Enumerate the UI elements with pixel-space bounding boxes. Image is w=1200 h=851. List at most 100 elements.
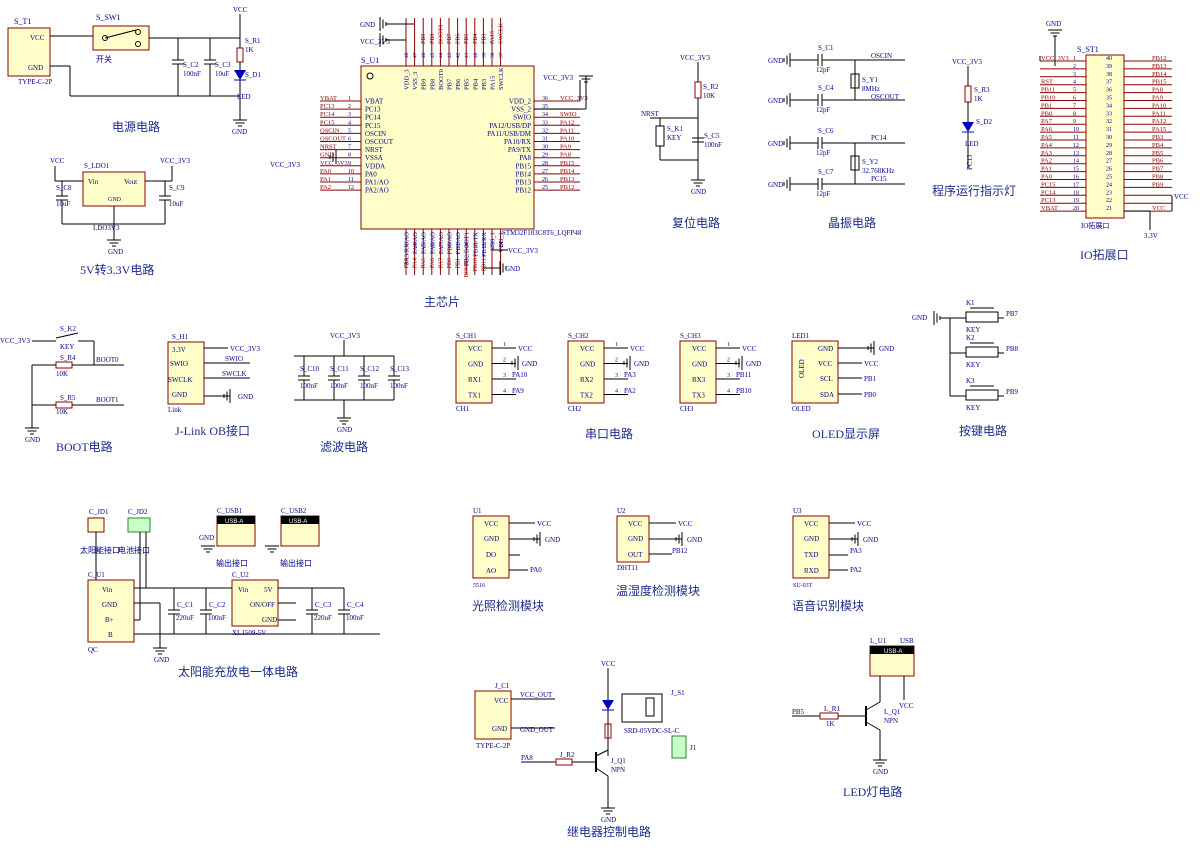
ch2-pin-num-3: 3 bbox=[615, 373, 618, 379]
mcu-net-30: PA9 bbox=[560, 144, 571, 151]
cusb2-ref: C_USB2 bbox=[281, 507, 307, 515]
k1-reset-button[interactable] bbox=[655, 125, 665, 147]
io-pin-num-36: 36 bbox=[1106, 88, 1112, 94]
d2-led[interactable] bbox=[962, 122, 974, 132]
ldo-circuit: VCC S_LDO1 Vin Vout GND VCC_3V3 S_C8 10u… bbox=[50, 157, 190, 277]
key-k1b[interactable] bbox=[965, 311, 999, 323]
mcu-pin-num-17: 17 bbox=[438, 242, 444, 248]
c5-ref: S_C5 bbox=[704, 132, 720, 140]
indicator-circuit: VCC_3V3 S_R3 1K S_D2 LED PC13 程序运行指示灯 bbox=[932, 58, 1016, 198]
switch-sw1[interactable] bbox=[92, 25, 150, 51]
lr1-resistor[interactable] bbox=[819, 712, 839, 720]
mcu-pin-num-37: 37 bbox=[499, 52, 505, 58]
r2-resistor[interactable] bbox=[694, 81, 702, 99]
mcu-right-vcc33: VCC_3V3 bbox=[543, 74, 573, 82]
key-k3b[interactable] bbox=[965, 389, 999, 401]
battery-connector[interactable] bbox=[127, 517, 151, 533]
k1b-name: KEY bbox=[966, 326, 980, 334]
c9-value: 10uF bbox=[169, 200, 184, 208]
mcu-pin-num-11: 11 bbox=[348, 177, 354, 183]
io-left-net-11: PA5 bbox=[1041, 134, 1052, 141]
io-vcc-label: VCC bbox=[1174, 193, 1189, 201]
mcu-pin-num-31: 31 bbox=[542, 137, 548, 143]
dht-pb12: PB12 bbox=[672, 547, 688, 555]
h1-gnd: GND bbox=[238, 393, 253, 401]
t1-gnd-label: GND bbox=[28, 64, 43, 72]
io-pin-num-5: 5 bbox=[1073, 88, 1076, 94]
cu1-ref: C_U1 bbox=[88, 571, 105, 579]
mcu-pin-9: VDDA bbox=[365, 162, 385, 170]
jq1-ref: J_Q1 bbox=[611, 757, 626, 765]
mcu-pin-33: PA12/USB/DP bbox=[489, 122, 531, 130]
r1-resistor[interactable] bbox=[236, 47, 244, 63]
relay-coil[interactable] bbox=[621, 693, 663, 723]
battery-if-label: 电池接口 bbox=[118, 545, 150, 555]
t1-ref: S_T1 bbox=[14, 17, 31, 26]
jd1-led[interactable] bbox=[602, 700, 614, 710]
jr2-ref: J_R2 bbox=[560, 751, 575, 759]
uart-circuit: S_CH1 CH1 VCC 1 GND 2 RX1 3 TX1 4 VCC GND PA10 PA9 S_C… bbox=[455, 332, 761, 441]
solar-if-label: 太阳能接口 bbox=[80, 545, 120, 555]
section-reset: 复位电路 bbox=[672, 215, 720, 230]
io-pin-num-27: 27 bbox=[1106, 159, 1112, 165]
lu1-type: USB-A bbox=[884, 649, 902, 655]
relay-terminal-j1[interactable] bbox=[671, 735, 687, 759]
light-ref: U1 bbox=[473, 507, 482, 515]
j1-ref: J1 bbox=[690, 744, 697, 752]
led-pb5: PB5 bbox=[792, 708, 805, 716]
key-k2b[interactable] bbox=[965, 346, 999, 358]
voice-pin-gnd: GND bbox=[804, 535, 819, 543]
mcu-pin-num-44: 44 bbox=[438, 52, 444, 58]
c3-ref: S_C3 bbox=[215, 61, 231, 69]
c4-gnd: GND bbox=[768, 97, 783, 105]
io-pin-num-35: 35 bbox=[1106, 96, 1112, 102]
io-pin-num-10: 10 bbox=[1073, 127, 1079, 133]
section-power: 电源电路 bbox=[112, 119, 160, 134]
mcu-pin-num-34: 34 bbox=[542, 112, 548, 118]
mcu-pin-12: PA2/AO bbox=[365, 187, 389, 195]
mcu-pin-num-28: 28 bbox=[542, 161, 548, 167]
io-header[interactable] bbox=[1085, 54, 1125, 219]
relay-pa8: PA8 bbox=[521, 754, 533, 762]
mcu-pin-num-32: 32 bbox=[542, 128, 548, 134]
io-gnd: GND bbox=[1046, 20, 1061, 28]
c8-value: 10uF bbox=[56, 200, 71, 208]
c12-value: 100nF bbox=[360, 382, 378, 390]
cu2-5v: 5V bbox=[264, 586, 273, 594]
mcu-pin-num-41: 41 bbox=[464, 52, 470, 58]
ch1-net-1: PA10 bbox=[512, 371, 528, 379]
k2-name: KEY bbox=[60, 343, 74, 351]
io-right-net-34: PA10 bbox=[1152, 102, 1166, 109]
io-pin-num-19: 19 bbox=[1073, 198, 1079, 204]
mcu-pin-41: PB5 bbox=[464, 79, 471, 90]
oled-pin-vcc: VCC bbox=[818, 360, 833, 368]
ch1-pin-num-2: 2 bbox=[503, 358, 506, 364]
section-mcu: 主芯片 bbox=[424, 295, 460, 309]
light-module: U1 VCC GND DO AO 5516 VCC GND PA0 光照检测模块 bbox=[472, 507, 560, 613]
h1-name: Link bbox=[168, 406, 182, 414]
mcu-pin-num-38: 38 bbox=[490, 52, 496, 58]
voice-gnd: GND bbox=[863, 536, 878, 544]
solar-connector[interactable] bbox=[87, 517, 105, 533]
lr1-ref: L_R1 bbox=[824, 705, 840, 713]
section-boot: BOOT电路 bbox=[56, 439, 113, 454]
h1-swio-net: SWIO bbox=[225, 355, 243, 363]
c7-gnd: GND bbox=[768, 181, 783, 189]
r2-ref: S_R2 bbox=[703, 83, 719, 91]
r3-resistor[interactable] bbox=[964, 85, 972, 103]
ch1-pin-num-1: 1 bbox=[503, 342, 506, 348]
c6-ref: S_C6 bbox=[818, 127, 834, 135]
k2-boot-switch[interactable] bbox=[55, 332, 79, 339]
crystal-circuit: S_C1 12pF GND S_C4 12pF GND S_C6 12pF GND S_C7 12p… bbox=[768, 44, 905, 230]
d2-ref: S_D2 bbox=[976, 118, 992, 126]
io-pin-num-18: 18 bbox=[1073, 190, 1079, 196]
jr2-resistor[interactable] bbox=[555, 758, 573, 766]
mcu-pin-37: SWCLK bbox=[498, 67, 505, 90]
mcu-pin-num-48: 48 bbox=[404, 52, 410, 58]
lr1-value: 1K bbox=[826, 720, 835, 728]
mcu-net-33: PA12 bbox=[560, 119, 574, 126]
mcu-pin-25: PB12 bbox=[515, 187, 531, 195]
mcu-pin-num-7: 7 bbox=[348, 145, 351, 151]
oled-pb0: PB0 bbox=[864, 391, 877, 399]
r4-resistor[interactable] bbox=[55, 361, 73, 369]
